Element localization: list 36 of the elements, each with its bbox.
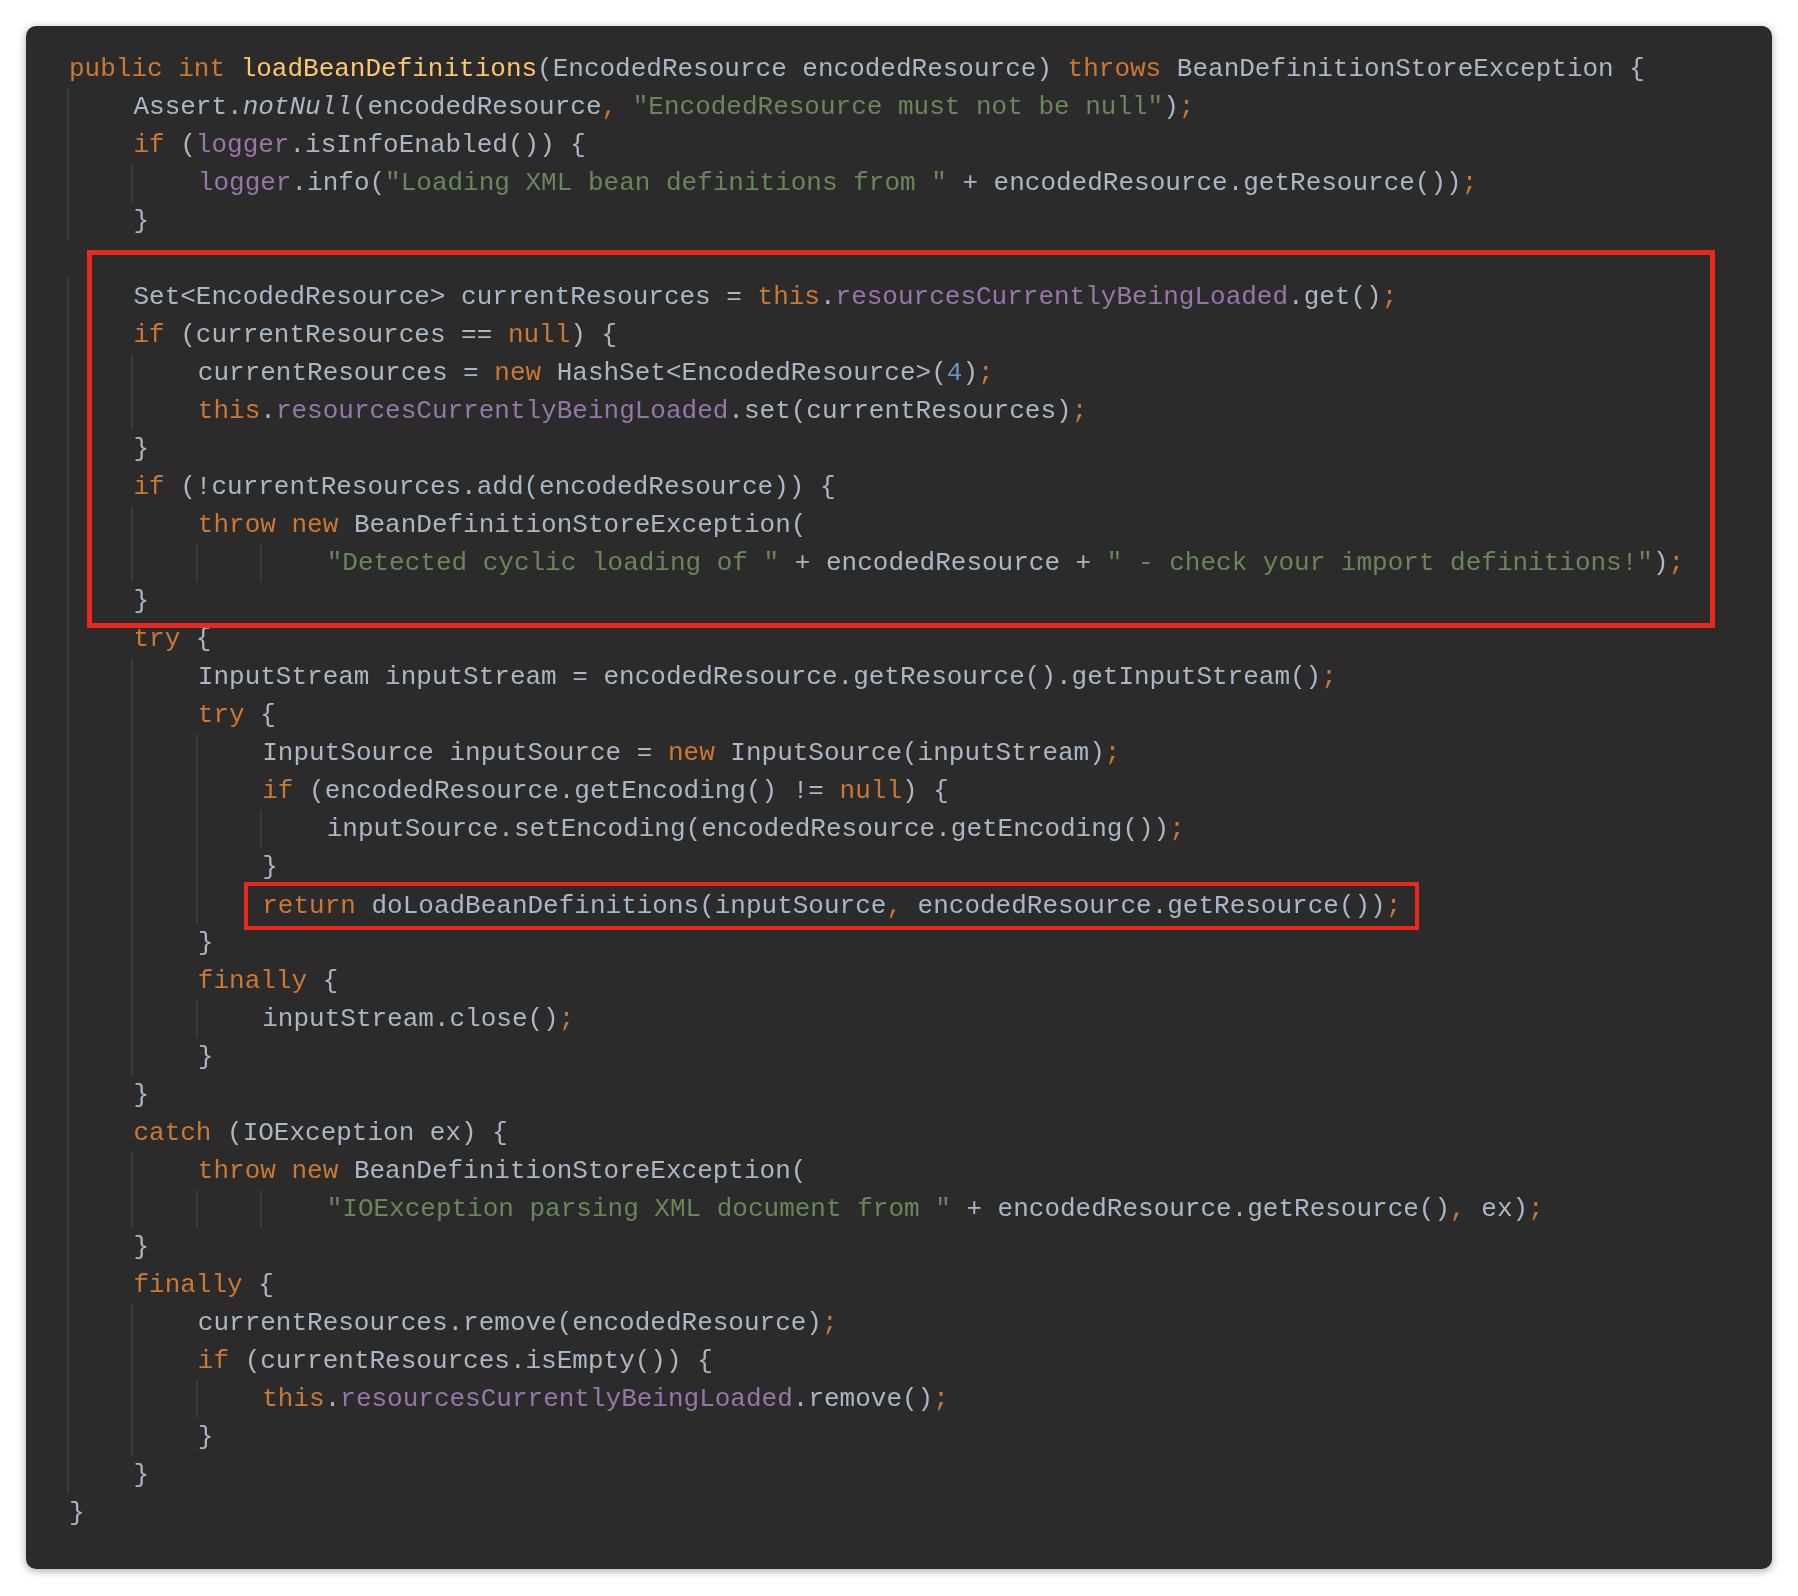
code-line: } bbox=[197, 1041, 214, 1074]
code-line: } bbox=[133, 1231, 150, 1264]
code-line: if (currentResources.isEmpty()) { bbox=[197, 1345, 713, 1378]
code-line: if (logger.isInfoEnabled()) { bbox=[133, 129, 586, 162]
code-line: InputStream inputStream = encodedResource.getResource().getInputStream(); bbox=[197, 661, 1337, 694]
code-line: throw new BeanDefinitionStoreException( bbox=[197, 509, 807, 542]
code-line: try { bbox=[197, 699, 276, 732]
code-line: Assert.notNull(encodedResource, "EncodedResource must not be null"); bbox=[133, 91, 1195, 124]
code-line: if (encodedResource.getEncoding() != null) { bbox=[262, 775, 949, 808]
code-line: throw new BeanDefinitionStoreException( bbox=[197, 1155, 807, 1188]
code-line: } bbox=[133, 433, 150, 466]
code-line: public int loadBeanDefinitions(EncodedResource encodedResource) throws BeanDefinitionStoreException { bbox=[69, 53, 1645, 86]
code-line: } bbox=[133, 1459, 150, 1492]
code-line: } bbox=[133, 1079, 150, 1112]
code-line: finally { bbox=[133, 1269, 274, 1302]
code-line: } bbox=[133, 585, 150, 618]
code-line: } bbox=[133, 205, 150, 238]
code-line: "Detected cyclic loading of " + encodedResource + " - check your import definitions!"); bbox=[326, 547, 1685, 580]
code-line: } bbox=[197, 1421, 214, 1454]
code-line: InputSource inputSource = new InputSource(inputStream); bbox=[262, 737, 1121, 770]
code-line: } bbox=[197, 927, 214, 960]
code-line: catch (IOException ex) { bbox=[133, 1117, 508, 1150]
code-line: this.resourcesCurrentlyBeingLoaded.remove(); bbox=[262, 1383, 949, 1416]
code-line: "IOException parsing XML document from " + encodedResource.getResource(), ex); bbox=[326, 1193, 1544, 1226]
code-line: currentResources = new HashSet<EncodedResource>(4); bbox=[197, 357, 994, 390]
code-line: currentResources.remove(encodedResource); bbox=[197, 1307, 838, 1340]
code-line: inputStream.close(); bbox=[262, 1003, 575, 1036]
code-line: logger.info("Loading XML bean definitions from " + encodedResource.getResource()); bbox=[197, 167, 1478, 200]
code-line: Set<EncodedResource> currentResources = this.resourcesCurrentlyBeingLoaded.get(); bbox=[133, 281, 1398, 314]
code-line: this.resourcesCurrentlyBeingLoaded.set(currentResources); bbox=[197, 395, 1088, 428]
code-line: if (!currentResources.add(encodedResource)) { bbox=[133, 471, 836, 504]
code-line: finally { bbox=[197, 965, 339, 998]
code-line: } bbox=[262, 851, 278, 884]
code-line: } bbox=[69, 1497, 85, 1530]
code-line: if (currentResources == null) { bbox=[133, 319, 618, 352]
code-line: inputSource.setEncoding(encodedResource.getEncoding()); bbox=[326, 813, 1185, 846]
